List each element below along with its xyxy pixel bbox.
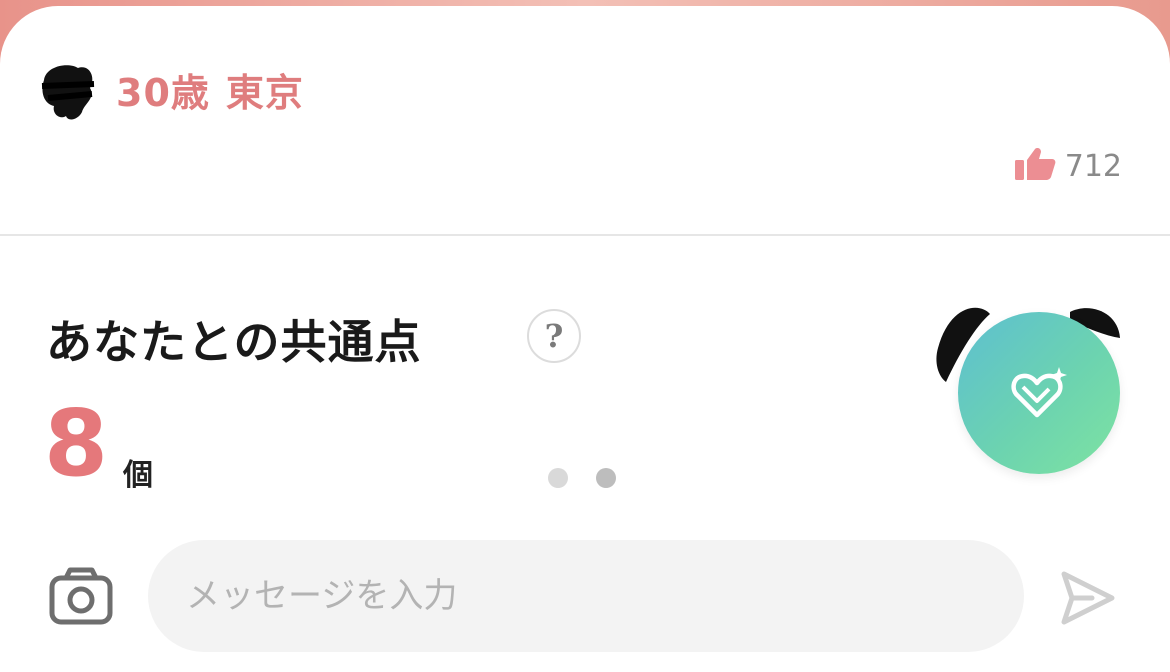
profile-location: 東京 xyxy=(225,70,304,115)
redaction-mark xyxy=(38,58,98,120)
profile-card: 30歳 東京 712 あなたとの共通点 ? 8 個 xyxy=(0,6,1170,672)
common-points-title: あなたとの共通点 xyxy=(46,315,422,369)
thumbs-up-icon xyxy=(1013,146,1057,186)
send-icon[interactable] xyxy=(1058,568,1118,628)
profile-meta: 30歳 東京 xyxy=(116,62,304,117)
like-count: 712 xyxy=(1064,148,1122,184)
common-points-count: 8 xyxy=(44,390,109,497)
section-divider xyxy=(0,234,1170,236)
page-dot-active[interactable] xyxy=(596,468,616,488)
help-label: ? xyxy=(544,317,564,355)
like-counter: 712 xyxy=(1013,146,1122,186)
common-points-unit: 個 xyxy=(123,458,153,493)
page-dot[interactable] xyxy=(548,468,568,488)
profile-age: 30歳 xyxy=(116,70,210,115)
heart-diamond-sparkle-icon[interactable] xyxy=(958,312,1120,474)
profile-header: 30歳 東京 xyxy=(38,54,304,124)
page-indicator xyxy=(548,468,616,488)
question-icon[interactable]: ? xyxy=(527,309,581,363)
camera-icon[interactable] xyxy=(48,566,114,626)
message-input[interactable] xyxy=(148,540,1024,652)
